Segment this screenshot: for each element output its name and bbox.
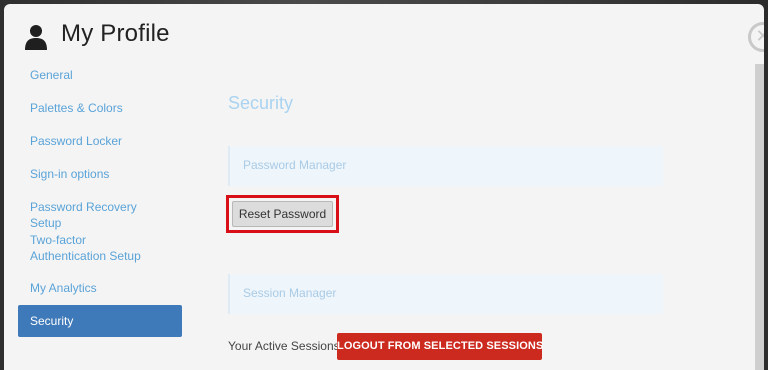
sidebar-item-security[interactable]: Security: [18, 305, 182, 337]
profile-modal: My Profile ✕ General Palettes & Colors P…: [4, 4, 764, 370]
logout-selected-sessions-button[interactable]: LOGOUT FROM SELECTED SESSIONS: [337, 333, 543, 360]
scrollbar[interactable]: [755, 64, 764, 370]
sidebar-item-password-recovery-setup[interactable]: Password Recovery Setup: [18, 199, 182, 231]
session-manager-panel: Session Manager: [228, 274, 663, 314]
sidebar-item-two-factor-authentication[interactable]: Two-factor Authentication Setup: [18, 232, 168, 264]
sidebar-item-palettes-colors[interactable]: Palettes & Colors: [18, 100, 182, 116]
sidebar-item-password-locker[interactable]: Password Locker: [18, 133, 182, 149]
section-title: Security: [228, 93, 294, 113]
user-icon: [25, 25, 47, 50]
highlight-box: Reset Password: [226, 195, 339, 233]
modal-title: My Profile: [61, 20, 170, 47]
reset-password-button[interactable]: Reset Password: [232, 201, 333, 227]
password-manager-panel: Password Manager: [228, 146, 663, 186]
sidebar-item-sign-in-options[interactable]: Sign-in options: [18, 166, 182, 182]
modal-header: My Profile: [4, 4, 764, 60]
sidebar-item-my-analytics[interactable]: My Analytics: [18, 280, 182, 296]
active-sessions-label: Your Active Sessions: [228, 339, 340, 353]
sidebar-item-general[interactable]: General: [18, 67, 182, 83]
session-manager-label: Session Manager: [243, 286, 337, 300]
password-manager-label: Password Manager: [243, 158, 347, 172]
